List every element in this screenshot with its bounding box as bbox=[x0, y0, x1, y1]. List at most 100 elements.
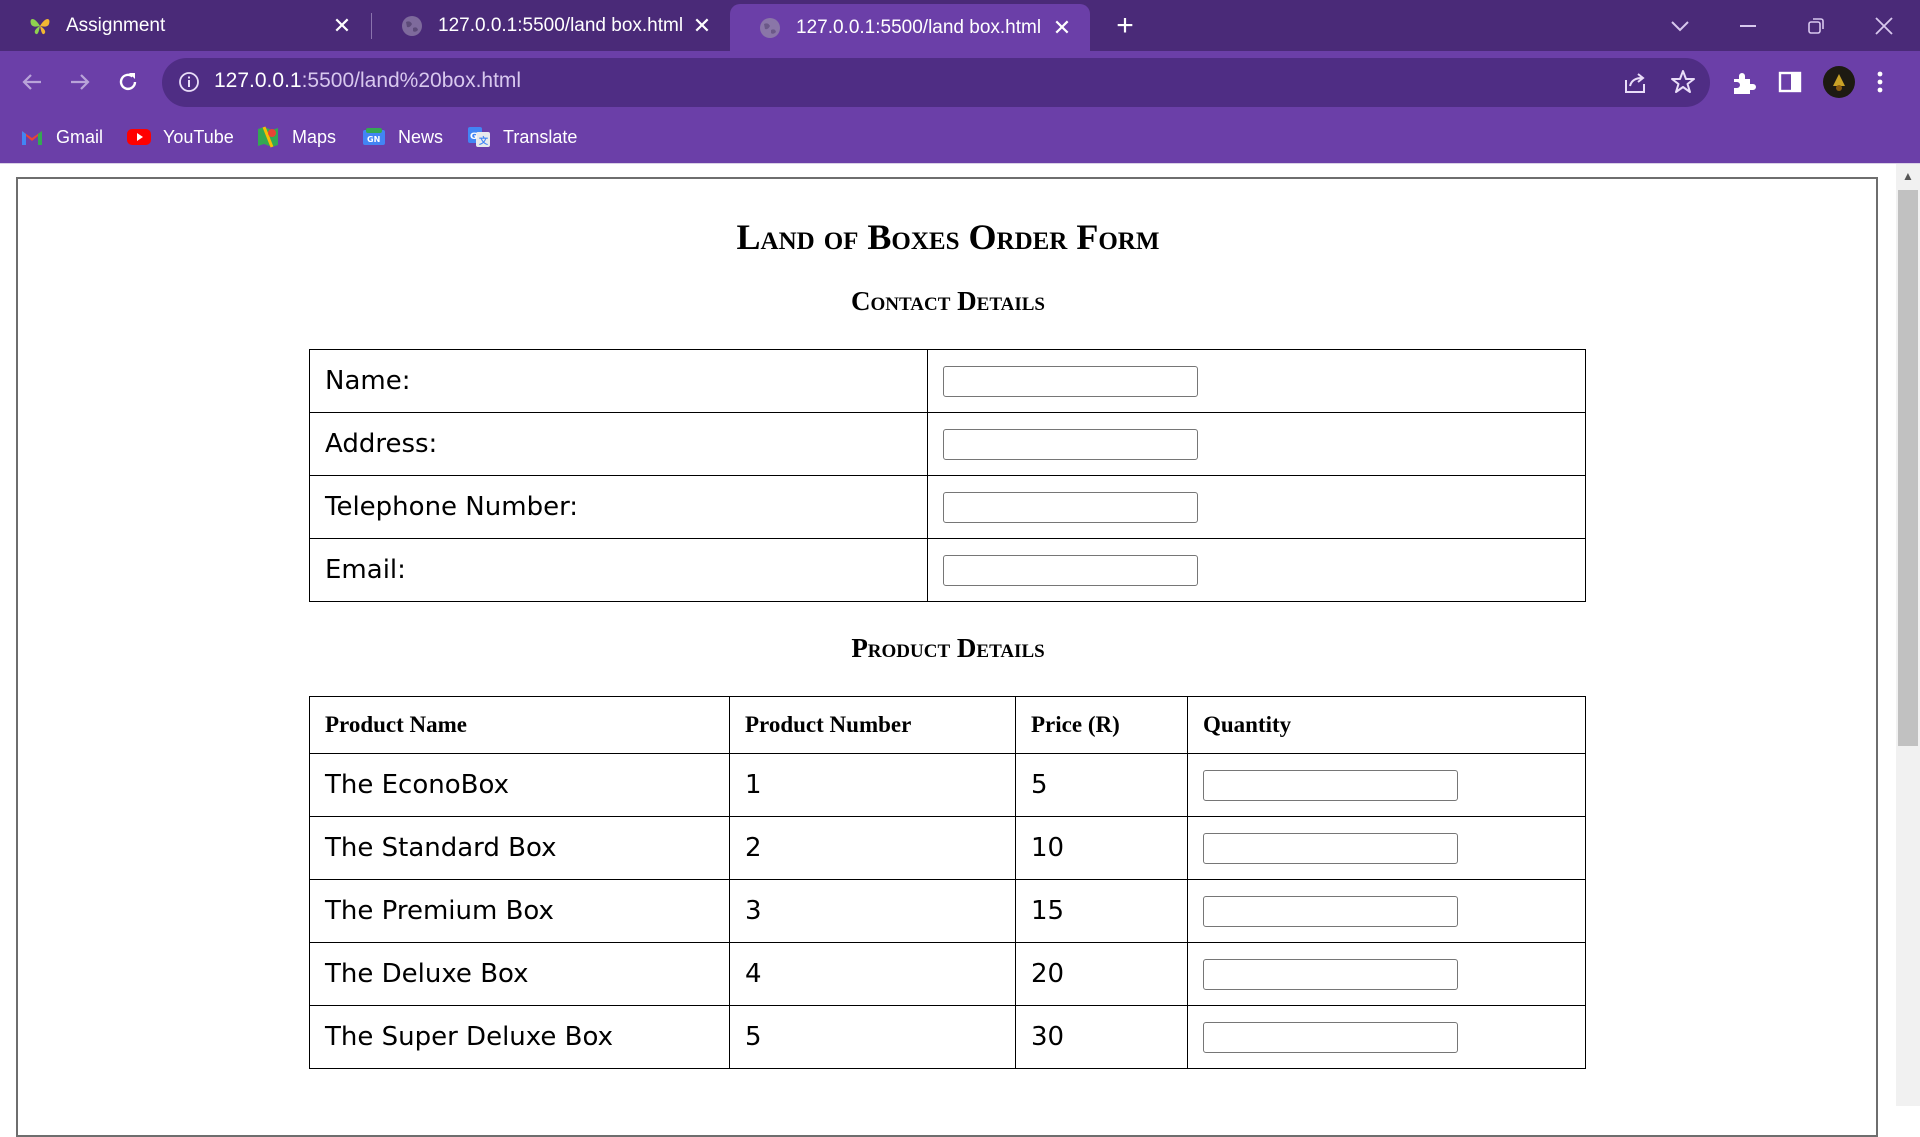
bookmark-label: News bbox=[398, 126, 444, 147]
globe-icon bbox=[400, 14, 424, 38]
name-label: Name: bbox=[309, 349, 928, 413]
quantity-field[interactable] bbox=[1203, 832, 1458, 864]
column-header-quantity: Quantity bbox=[1187, 696, 1586, 754]
maps-icon bbox=[256, 125, 280, 149]
forward-icon[interactable] bbox=[62, 64, 98, 100]
bookmark-label: Gmail bbox=[56, 126, 104, 147]
table-cell bbox=[927, 412, 1586, 476]
back-icon[interactable] bbox=[14, 64, 50, 100]
product-price: 30 bbox=[1015, 1005, 1188, 1069]
reload-icon[interactable] bbox=[110, 64, 146, 100]
news-icon: GN bbox=[362, 125, 386, 149]
column-header-product-number: Product Number bbox=[729, 696, 1016, 754]
product-name: The Standard Box bbox=[309, 816, 730, 880]
new-tab-button[interactable]: + bbox=[1108, 9, 1142, 43]
table-cell bbox=[1187, 942, 1586, 1006]
table-row: The Standard Box 2 10 bbox=[309, 816, 1586, 880]
table-cell bbox=[927, 538, 1586, 602]
product-price: 15 bbox=[1015, 879, 1188, 943]
bookmark-maps[interactable]: Maps bbox=[256, 122, 336, 152]
table-cell bbox=[1187, 879, 1586, 943]
page-title: Land of Boxes Order Form bbox=[736, 217, 1160, 257]
product-price: 10 bbox=[1015, 816, 1188, 880]
tab-land-box-1[interactable]: 127.0.0.1:5500/land box.html ✕ bbox=[372, 0, 730, 51]
product-details-table: Product Name Product Number Price (R) Qu… bbox=[309, 696, 1586, 1069]
url-host: 127.0.0.1 bbox=[214, 69, 302, 92]
menu-icon[interactable] bbox=[1876, 70, 1884, 99]
gmail-icon bbox=[20, 125, 44, 149]
url-text[interactable]: 127.0.0.1:5500/land%20box.html bbox=[214, 69, 521, 93]
product-number: 1 bbox=[729, 753, 1016, 817]
quantity-field[interactable] bbox=[1203, 1021, 1458, 1053]
table-row: Email: bbox=[309, 538, 1586, 602]
table-row: Name: bbox=[309, 349, 1586, 413]
column-header-price: Price (R) bbox=[1015, 696, 1188, 754]
product-name: The EconoBox bbox=[309, 753, 730, 817]
product-number: 2 bbox=[729, 816, 1016, 880]
tab-assignment[interactable]: Assignment ✕ bbox=[0, 0, 370, 51]
scrollbar-thumb[interactable] bbox=[1898, 190, 1918, 746]
table-row: Telephone Number: bbox=[309, 475, 1586, 539]
close-tab-icon[interactable]: ✕ bbox=[1048, 14, 1076, 42]
svg-text:文: 文 bbox=[478, 135, 489, 147]
quantity-field[interactable] bbox=[1203, 958, 1458, 990]
product-number: 5 bbox=[729, 1005, 1016, 1069]
side-panel-icon[interactable] bbox=[1778, 70, 1802, 99]
bookmark-gmail[interactable]: Gmail bbox=[20, 122, 103, 152]
info-icon[interactable] bbox=[178, 71, 200, 93]
bookmark-translate[interactable]: G文 Translate bbox=[467, 122, 577, 152]
contact-details-heading: Contact Details bbox=[851, 286, 1045, 316]
product-name: The Premium Box bbox=[309, 879, 730, 943]
close-window-icon[interactable] bbox=[1856, 0, 1912, 51]
profile-avatar[interactable] bbox=[1823, 66, 1855, 103]
scroll-up-arrow-icon[interactable]: ▲ bbox=[1896, 166, 1920, 186]
table-cell bbox=[1187, 816, 1586, 880]
table-cell bbox=[1187, 1005, 1586, 1069]
product-number: 4 bbox=[729, 942, 1016, 1006]
tab-title: Assignment bbox=[66, 14, 166, 36]
table-cell bbox=[927, 475, 1586, 539]
bookmark-label: YouTube bbox=[163, 126, 234, 147]
contact-details-table: Name: Address: Telephone Number: Email: bbox=[309, 349, 1586, 602]
product-name: The Deluxe Box bbox=[309, 942, 730, 1006]
product-details-heading: Product Details bbox=[851, 633, 1045, 663]
table-row: The EconoBox 1 5 bbox=[309, 753, 1586, 817]
table-cell bbox=[927, 349, 1586, 413]
extensions-icon[interactable] bbox=[1730, 70, 1756, 101]
bookmark-youtube[interactable]: YouTube bbox=[127, 122, 234, 152]
table-row: Address: bbox=[309, 412, 1586, 476]
share-icon[interactable] bbox=[1622, 70, 1648, 101]
translate-icon: G文 bbox=[467, 125, 491, 149]
table-header-row: Product Name Product Number Price (R) Qu… bbox=[309, 696, 1586, 754]
table-row: The Deluxe Box 4 20 bbox=[309, 942, 1586, 1006]
quantity-field[interactable] bbox=[1203, 769, 1458, 801]
product-price: 20 bbox=[1015, 942, 1188, 1006]
quantity-field[interactable] bbox=[1203, 895, 1458, 927]
table-row: The Super Deluxe Box 5 30 bbox=[309, 1005, 1586, 1069]
address-label: Address: bbox=[309, 412, 928, 476]
product-name: The Super Deluxe Box bbox=[309, 1005, 730, 1069]
address-field[interactable] bbox=[943, 428, 1198, 460]
bookmark-star-icon[interactable] bbox=[1670, 69, 1696, 100]
email-field[interactable] bbox=[943, 554, 1198, 586]
telephone-field[interactable] bbox=[943, 491, 1198, 523]
bookmark-news[interactable]: GN News bbox=[362, 122, 443, 152]
minimize-icon[interactable] bbox=[1720, 0, 1776, 51]
url-path: :5500/land%20box.html bbox=[301, 69, 522, 92]
tab-search-icon[interactable] bbox=[1652, 0, 1708, 51]
table-cell bbox=[1187, 753, 1586, 817]
email-label: Email: bbox=[309, 538, 928, 602]
bookmark-label: Translate bbox=[503, 126, 578, 147]
butterfly-icon bbox=[28, 14, 52, 38]
youtube-icon bbox=[127, 125, 151, 149]
globe-icon bbox=[758, 16, 782, 40]
close-tab-icon[interactable]: ✕ bbox=[328, 12, 356, 40]
name-field[interactable] bbox=[943, 365, 1198, 397]
table-row: The Premium Box 3 15 bbox=[309, 879, 1586, 943]
tab-land-box-active[interactable]: 127.0.0.1:5500/land box.html ✕ bbox=[730, 4, 1090, 51]
close-tab-icon[interactable]: ✕ bbox=[688, 12, 716, 40]
column-header-product-name: Product Name bbox=[309, 696, 730, 754]
restore-icon[interactable] bbox=[1788, 0, 1844, 51]
svg-text:GN: GN bbox=[367, 135, 380, 144]
product-number: 3 bbox=[729, 879, 1016, 943]
